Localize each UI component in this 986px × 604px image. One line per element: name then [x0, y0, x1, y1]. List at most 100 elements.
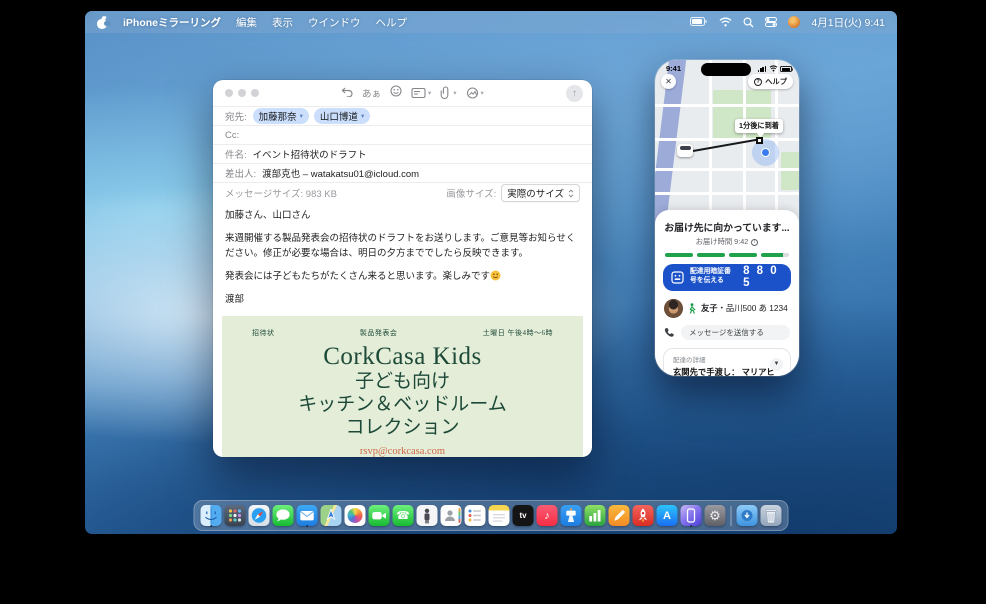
destination-marker	[756, 137, 763, 144]
menu-window[interactable]: ウインドウ	[308, 15, 361, 30]
dock-launchpad-icon[interactable]	[225, 505, 246, 526]
menu-app-name[interactable]: iPhoneミラーリング	[123, 15, 221, 30]
body-signature: 渡部	[225, 293, 580, 307]
dock-notes-icon[interactable]	[489, 505, 510, 526]
control-center-icon[interactable]	[765, 17, 777, 27]
window-zoom-button[interactable]	[251, 89, 259, 97]
delivery-eta: お届け時間 9:42	[696, 237, 749, 247]
expand-details-button[interactable]: ▼	[770, 358, 783, 371]
dynamic-island	[701, 63, 751, 76]
cc-field[interactable]: Cc:	[213, 125, 592, 144]
battery-icon[interactable]	[690, 17, 708, 27]
menu-help[interactable]: ヘルプ	[376, 15, 408, 30]
current-location-dot	[761, 148, 770, 157]
from-value: 渡部克也 – watakatsu01@icloud.com	[262, 166, 419, 180]
menu-bar-clock[interactable]: 4月1日(火) 9:41	[811, 15, 885, 30]
dock-app-store-icon[interactable]: A	[657, 505, 678, 526]
map-road	[655, 192, 799, 195]
dock-mail-icon[interactable]	[297, 505, 318, 526]
dock-facetime-icon[interactable]	[369, 505, 390, 526]
dock-keynote-icon[interactable]	[561, 505, 582, 526]
from-field[interactable]: 差出人: 渡部克也 – watakatsu01@icloud.com	[213, 163, 592, 182]
dock-downloads-folder-icon[interactable]	[737, 505, 758, 526]
menu-view[interactable]: 表示	[272, 15, 293, 30]
search-icon[interactable]	[743, 17, 754, 28]
message-body[interactable]: 加藤さん、山口さん 来週開催する製品発表会の招待状のドラフトをお送りします。ご意…	[213, 203, 592, 307]
emoji-button[interactable]	[390, 85, 402, 100]
delivery-progress-bar	[655, 253, 799, 257]
message-size-bar: メッセージサイズ: 983 KB 画像サイズ: 実際のサイズ	[213, 182, 592, 203]
image-size-label: 画像サイズ:	[446, 186, 496, 200]
recipient-token[interactable]: 山口博道 ▾	[314, 108, 370, 124]
delivery-pin-button[interactable]: 配達用暗証番号を伝える 8 8 0 5	[663, 264, 791, 291]
tv-glyph: tv	[519, 511, 526, 520]
window-close-button[interactable]	[225, 89, 233, 97]
desktop: iPhoneミラーリング 編集 表示 ウインドウ ヘルプ	[85, 11, 897, 534]
invitation-attachment[interactable]: 招待状 製品発表会 土曜日 午後4時〜6時 CorkCasa Kids 子ども向…	[222, 316, 583, 457]
courier-avatar	[664, 299, 683, 318]
map-road	[655, 138, 799, 141]
dock: ☎ tv ♪	[194, 500, 789, 531]
wifi-icon[interactable]	[719, 17, 732, 27]
menu-edit[interactable]: 編集	[236, 15, 257, 30]
dock-rocket-app-icon[interactable]	[633, 505, 654, 526]
phone-glyph: ☎	[396, 509, 410, 522]
attach-button[interactable]: ▾	[440, 86, 456, 99]
dock-messages-icon[interactable]	[273, 505, 294, 526]
map-road	[743, 60, 746, 210]
send-button[interactable]: ↑	[566, 85, 583, 102]
body-paragraph: 発表会には子どもたちがたくさん来ると思います。楽しみです😊	[225, 270, 580, 284]
close-delivery-view-button[interactable]: ✕	[661, 74, 676, 89]
dock-safari-icon[interactable]	[249, 505, 270, 526]
delivery-pin-code: 8 8 0 5	[743, 265, 783, 289]
format-button[interactable]: あぁ	[362, 86, 381, 100]
dock-trash-icon[interactable]	[761, 505, 782, 526]
up-down-chevrons-icon	[568, 189, 574, 198]
window-minimize-button[interactable]	[238, 89, 246, 97]
dock-numbers-icon[interactable]	[585, 505, 606, 526]
dock-finder-icon[interactable]	[201, 505, 222, 526]
image-size-select[interactable]: 実際のサイズ	[501, 184, 580, 202]
undo-icon[interactable]	[341, 86, 353, 100]
running-indicator	[690, 525, 693, 528]
smiley-emoji-icon	[490, 270, 501, 281]
help-button[interactable]: ? ヘルプ	[748, 74, 793, 89]
mail-toolbar: あぁ ▾ ▾ ▾	[213, 80, 592, 106]
running-indicator	[306, 525, 309, 528]
dock-system-settings-icon[interactable]: ⚙	[705, 505, 726, 526]
dock-iphone-mirroring-icon[interactable]	[681, 505, 702, 526]
send-message-button[interactable]: メッセージを送信する	[681, 325, 790, 340]
to-field[interactable]: 宛先: 加藤那奈 ▾ 山口博道 ▾	[213, 106, 592, 125]
delivery-details-card[interactable]: 配達の詳細 玄関先で手渡し： マリアビル ▼	[663, 348, 791, 377]
phone-call-icon[interactable]	[664, 327, 675, 338]
eta-tooltip: 1分後に到着	[735, 119, 783, 133]
invite-tag-left: 招待状	[252, 328, 275, 338]
courier-row[interactable]: 友子・品川500 あ 1234	[664, 299, 790, 318]
chevron-down-icon: ▾	[428, 89, 431, 97]
dock-contacts-icon[interactable]	[441, 505, 462, 526]
dock-phone-icon[interactable]: ☎	[393, 505, 414, 526]
map-road	[655, 168, 799, 171]
info-icon[interactable]: i	[751, 239, 758, 246]
dock-apple-tv-icon[interactable]: tv	[513, 505, 534, 526]
user-avatar-icon[interactable]	[788, 16, 800, 28]
dock-reminders-icon[interactable]	[465, 505, 486, 526]
header-fields-button[interactable]: ▾	[411, 87, 431, 99]
dock-automator-icon[interactable]	[417, 505, 438, 526]
iphone-mirroring-window: 1分後に到着 9:41 ✕ ? ヘルプ お届け先に向かっています.	[655, 60, 799, 376]
subject-field[interactable]: 件名: イベント招待状のドラフト	[213, 144, 592, 163]
photo-browser-button[interactable]: ▾	[466, 87, 484, 99]
app-store-glyph: A	[663, 510, 671, 522]
recipient-token[interactable]: 加藤那奈 ▾	[253, 108, 309, 124]
dock-photos-icon[interactable]	[345, 505, 366, 526]
dock-music-icon[interactable]: ♪	[537, 505, 558, 526]
keypad-icon	[671, 271, 684, 284]
dock-pages-icon[interactable]	[609, 505, 630, 526]
chevron-down-icon: ▾	[361, 112, 364, 120]
cellular-signal-icon	[758, 66, 766, 72]
battery-icon	[780, 66, 792, 72]
apple-menu-icon[interactable]	[97, 16, 108, 29]
dock-maps-icon[interactable]	[321, 505, 342, 526]
chevron-down-icon: ▾	[453, 89, 456, 97]
courier-vehicle: ・品川500 あ 1234	[718, 303, 788, 313]
